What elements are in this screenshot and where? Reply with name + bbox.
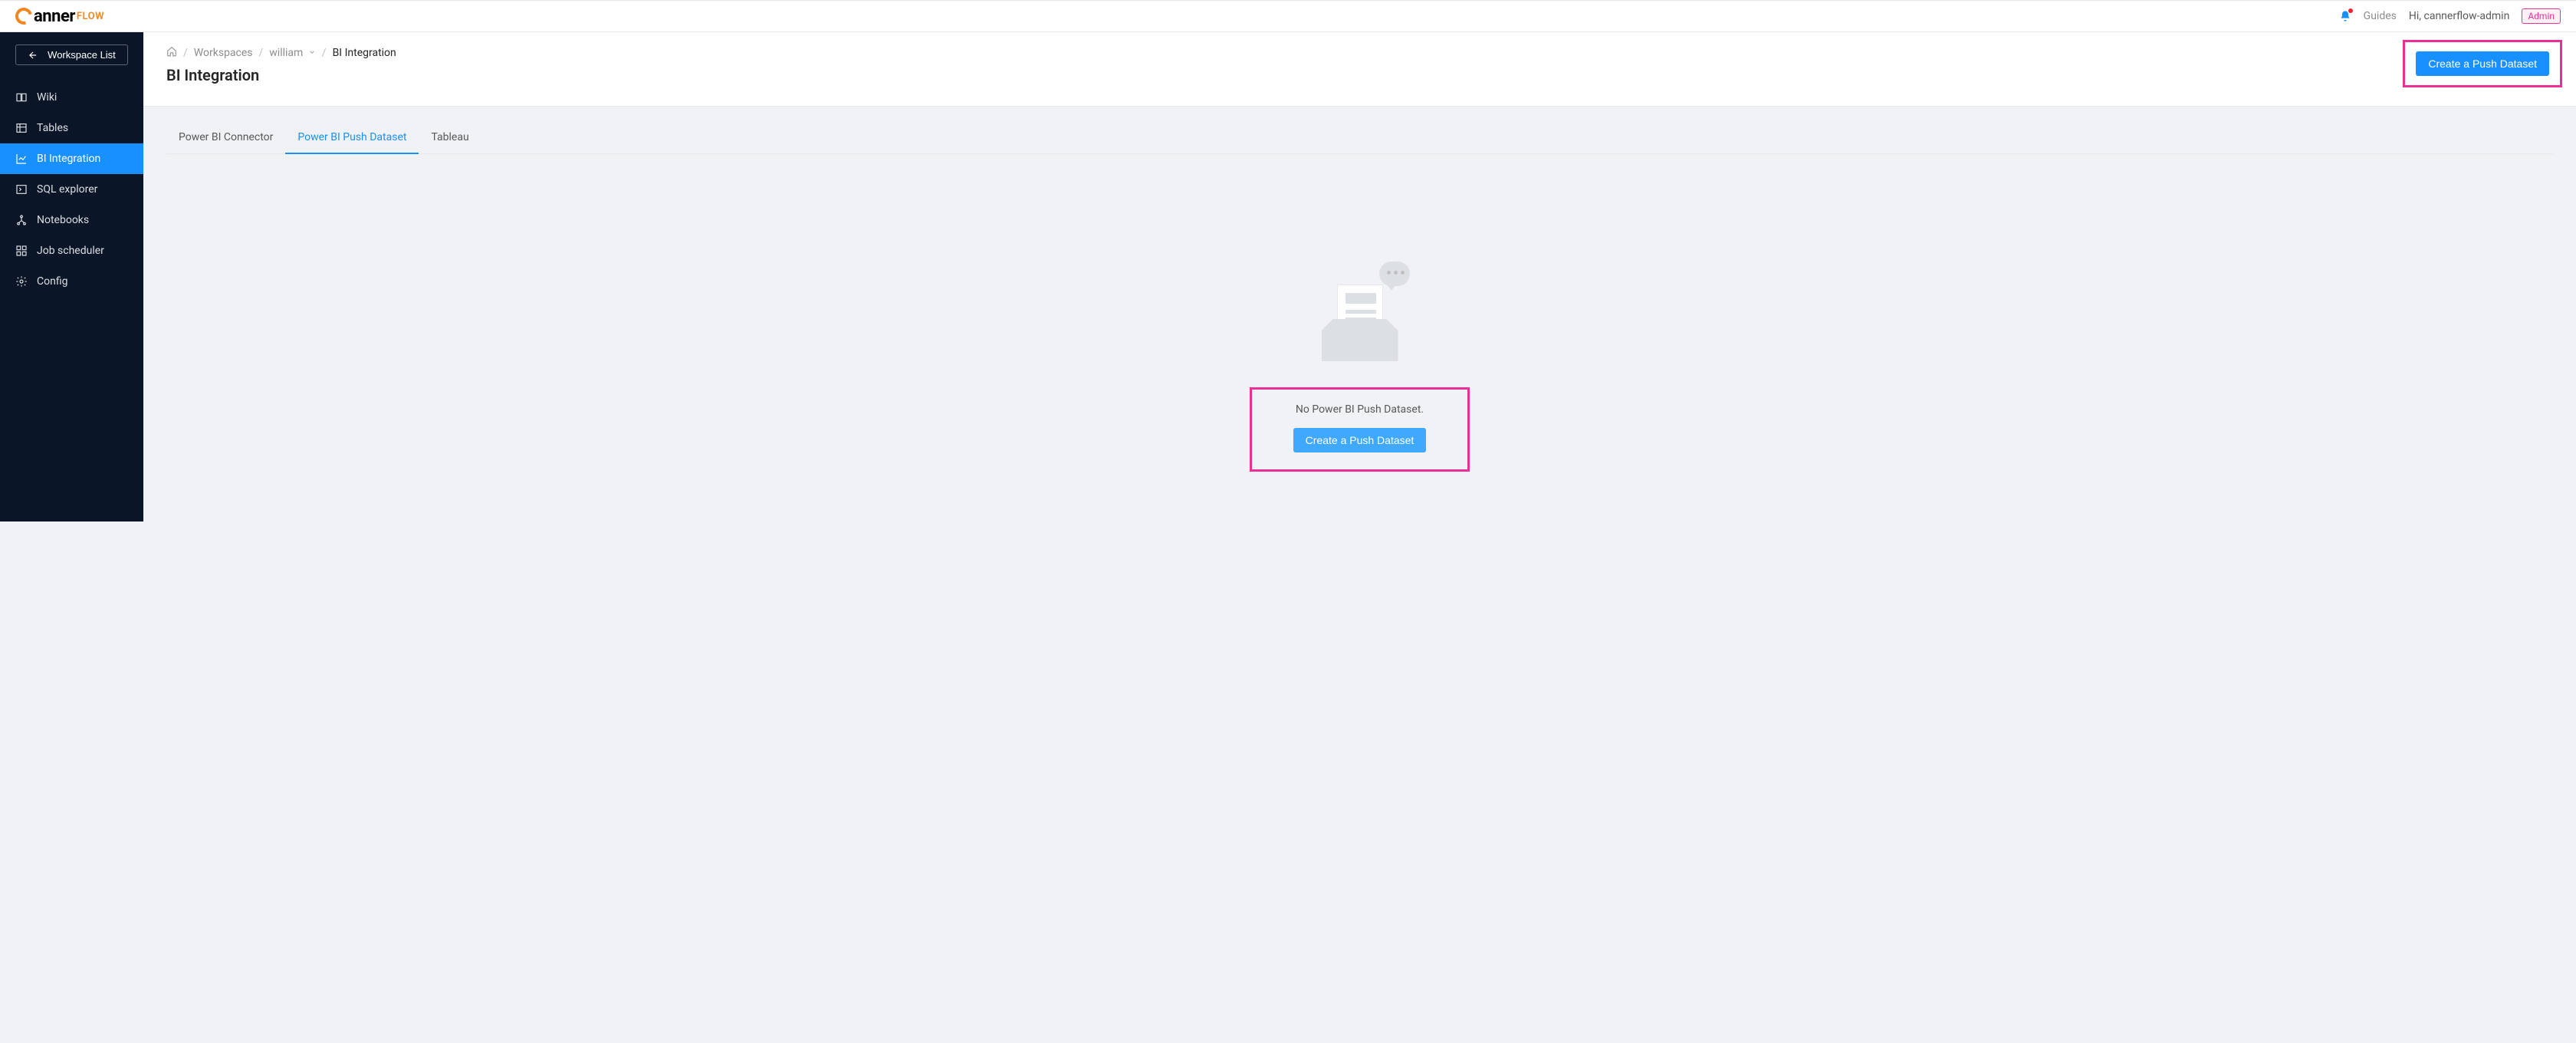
grid-icon xyxy=(15,245,28,257)
user-greeting: Hi, cannerflow-admin xyxy=(2409,10,2509,22)
top-header: annerFlow Guides Hi, cannerflow-admin Ad… xyxy=(0,0,2576,32)
sidebar-item-sql-explorer[interactable]: SQL explorer xyxy=(0,174,143,205)
terminal-icon xyxy=(15,183,28,196)
breadcrumb-project[interactable]: william xyxy=(269,47,316,59)
tabs: Power BI Connector Power BI Push Dataset… xyxy=(166,122,2553,154)
sidebar-item-config[interactable]: Config xyxy=(0,266,143,297)
sidebar-item-tables[interactable]: Tables xyxy=(0,113,143,143)
breadcrumb-current: BI Integration xyxy=(333,47,396,59)
admin-badge: Admin xyxy=(2522,8,2561,24)
create-push-dataset-button-empty[interactable]: Create a Push Dataset xyxy=(1293,428,1427,452)
sidebar-item-bi-integration[interactable]: BI Integration xyxy=(0,143,143,174)
highlight-annotation-empty: No Power BI Push Dataset. Create a Push … xyxy=(1250,387,1470,472)
arrow-left-icon xyxy=(28,50,38,61)
guides-link[interactable]: Guides xyxy=(2364,10,2397,22)
page-title: BI Integration xyxy=(166,66,396,84)
book-icon xyxy=(15,91,28,104)
tab-tableau[interactable]: Tableau xyxy=(419,122,481,154)
gear-icon xyxy=(15,275,28,288)
logo-icon xyxy=(12,5,35,28)
logo[interactable]: annerFlow xyxy=(15,7,104,26)
sidebar-item-label: SQL explorer xyxy=(37,183,97,196)
sidebar-item-job-scheduler[interactable]: Job scheduler xyxy=(0,235,143,266)
tab-powerbi-push-dataset[interactable]: Power BI Push Dataset xyxy=(285,122,419,154)
breadcrumb: / Workspaces / william / BI Integration xyxy=(166,46,396,60)
page-header: / Workspaces / william / BI Integration … xyxy=(143,32,2576,107)
logo-text: anner xyxy=(34,7,75,26)
breadcrumb-separator: / xyxy=(183,47,188,59)
highlight-annotation-header: Create a Push Dataset xyxy=(2403,40,2562,87)
breadcrumb-separator: / xyxy=(322,47,327,59)
sidebar-item-label: BI Integration xyxy=(37,153,100,165)
sidebar: Workspace List Wiki Tables BI Integratio… xyxy=(0,32,143,522)
logo-flow-text: Flow xyxy=(77,11,104,22)
content-area: Power BI Connector Power BI Push Dataset… xyxy=(143,107,2576,487)
header-right: Guides Hi, cannerflow-admin Admin xyxy=(2339,8,2561,24)
sidebar-item-wiki[interactable]: Wiki xyxy=(0,82,143,113)
sidebar-item-label: Job scheduler xyxy=(37,245,104,257)
home-icon[interactable] xyxy=(166,46,177,60)
notification-dot xyxy=(2348,8,2353,13)
sidebar-item-label: Wiki xyxy=(37,91,57,104)
sidebar-item-label: Tables xyxy=(37,122,68,134)
create-push-dataset-button[interactable]: Create a Push Dataset xyxy=(2416,51,2549,76)
empty-illustration xyxy=(1306,262,1414,369)
breadcrumb-workspaces[interactable]: Workspaces xyxy=(194,47,253,59)
main-content: / Workspaces / william / BI Integration … xyxy=(143,32,2576,522)
network-icon xyxy=(15,214,28,226)
empty-message: No Power BI Push Dataset. xyxy=(1296,403,1424,416)
workspace-list-label: Workspace List xyxy=(48,49,116,61)
sidebar-item-label: Config xyxy=(37,275,67,288)
sidebar-item-notebooks[interactable]: Notebooks xyxy=(0,205,143,235)
notifications-button[interactable] xyxy=(2339,10,2351,22)
chevron-down-icon xyxy=(308,48,316,56)
chart-line-icon xyxy=(15,153,28,165)
workspace-list-button[interactable]: Workspace List xyxy=(15,44,128,65)
empty-state: No Power BI Push Dataset. Create a Push … xyxy=(166,154,2553,472)
sidebar-item-label: Notebooks xyxy=(37,214,89,226)
tab-powerbi-connector[interactable]: Power BI Connector xyxy=(166,122,285,154)
table-icon xyxy=(15,122,28,134)
breadcrumb-separator: / xyxy=(259,47,264,59)
